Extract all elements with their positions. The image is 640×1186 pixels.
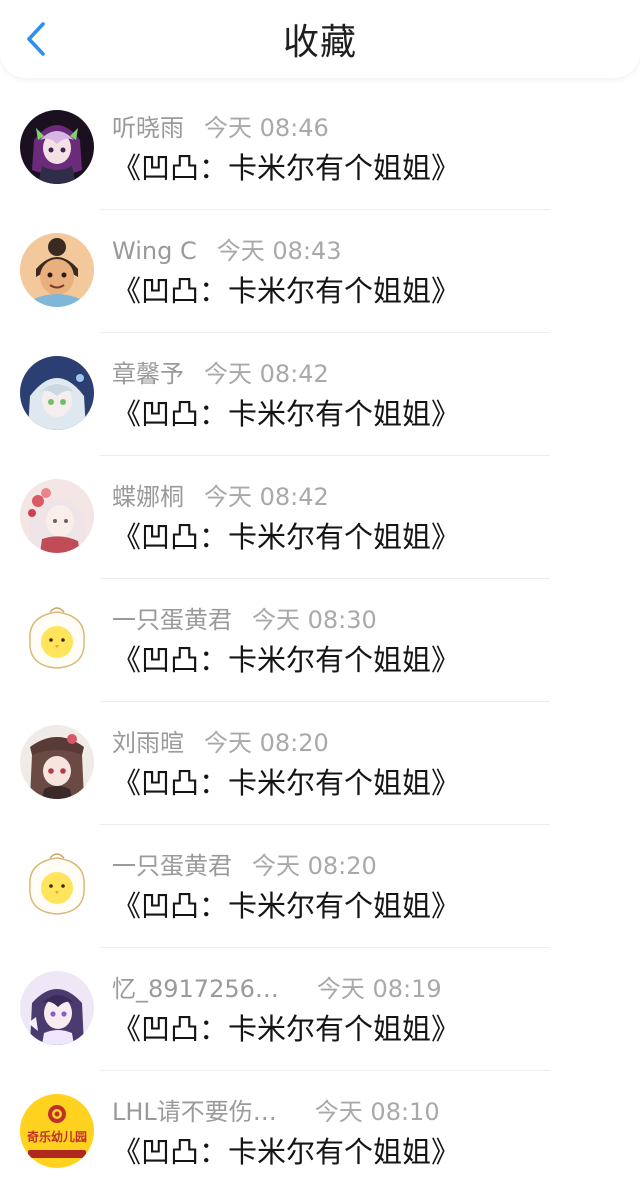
favorite-title[interactable]: 《凹凸：卡米尔有个姐姐》 bbox=[112, 763, 460, 803]
item-meta: 刘雨暄 今天 08:20 bbox=[112, 727, 329, 759]
username[interactable]: 蝶娜桐 bbox=[112, 481, 184, 513]
list-item[interactable]: 章馨予 今天 08:42 《凹凸：卡米尔有个姐姐》 bbox=[0, 332, 640, 455]
timestamp: 今天 08:10 bbox=[314, 1098, 440, 1126]
divider bbox=[100, 947, 550, 948]
divider bbox=[100, 455, 550, 456]
favorites-screen: 收藏 听晓雨 今天 08:46 《凹凸：卡米尔有个姐姐》 Wing C 今天 0… bbox=[0, 0, 640, 1186]
list-item[interactable]: 蝶娜桐 今天 08:42 《凹凸：卡米尔有个姐姐》 bbox=[0, 455, 640, 578]
divider bbox=[100, 209, 550, 210]
username[interactable]: 一只蛋黄君 bbox=[112, 850, 232, 882]
username[interactable]: 一只蛋黄君 bbox=[112, 604, 232, 636]
divider bbox=[100, 824, 550, 825]
favorite-title[interactable]: 《凹凸：卡米尔有个姐姐》 bbox=[112, 1009, 460, 1049]
egg-yolk-chick-icon bbox=[20, 848, 94, 922]
username[interactable]: 章馨予 bbox=[112, 358, 184, 390]
list-item[interactable]: 刘雨暄 今天 08:20 《凹凸：卡米尔有个姐姐》 bbox=[0, 701, 640, 824]
avatar[interactable] bbox=[20, 233, 94, 307]
avatar[interactable] bbox=[20, 602, 94, 676]
timestamp: 今天 08:42 bbox=[204, 360, 329, 388]
list-item[interactable]: 奇乐幼儿园 LHL请不要伤… 今天 08:10 《凹凸：卡米尔有个姐姐》 bbox=[0, 1070, 640, 1186]
divider bbox=[100, 332, 550, 333]
username[interactable]: 听晓雨 bbox=[112, 112, 184, 144]
timestamp: 今天 08:43 bbox=[216, 237, 342, 265]
item-meta: 听晓雨 今天 08:46 bbox=[112, 112, 329, 144]
item-meta: 章馨予 今天 08:42 bbox=[112, 358, 329, 390]
avatar[interactable] bbox=[20, 110, 94, 184]
timestamp: 今天 08:42 bbox=[204, 483, 329, 511]
divider bbox=[100, 701, 550, 702]
timestamp: 今天 08:20 bbox=[204, 729, 329, 757]
page-title: 收藏 bbox=[282, 22, 357, 63]
avatar-logo-text: 奇乐幼儿园 bbox=[27, 1129, 87, 1144]
favorite-title[interactable]: 《凹凸：卡米尔有个姐姐》 bbox=[112, 271, 460, 311]
item-meta: Wing C 今天 08:43 bbox=[112, 235, 342, 267]
favorite-title[interactable]: 《凹凸：卡米尔有个姐姐》 bbox=[112, 148, 460, 188]
egg-yolk-chick-icon bbox=[20, 602, 94, 676]
item-meta: 蝶娜桐 今天 08:42 bbox=[112, 481, 329, 513]
list-item[interactable]: 一只蛋黄君 今天 08:20 《凹凸：卡米尔有个姐姐》 bbox=[0, 824, 640, 947]
timestamp: 今天 08:19 bbox=[316, 975, 442, 1003]
list-item[interactable]: 忆_8917256… 今天 08:19 《凹凸：卡米尔有个姐姐》 bbox=[0, 947, 640, 1070]
avatar[interactable] bbox=[20, 725, 94, 799]
avatar[interactable]: 奇乐幼儿园 bbox=[20, 1094, 94, 1168]
list-item[interactable]: 听晓雨 今天 08:46 《凹凸：卡米尔有个姐姐》 bbox=[0, 86, 640, 209]
timestamp: 今天 08:30 bbox=[252, 606, 377, 634]
kindergarten-logo-icon: 奇乐幼儿园 bbox=[20, 1094, 94, 1168]
item-meta: 一只蛋黄君 今天 08:20 bbox=[112, 850, 377, 882]
timestamp: 今天 08:20 bbox=[252, 852, 377, 880]
favorite-title[interactable]: 《凹凸：卡米尔有个姐姐》 bbox=[112, 1132, 460, 1172]
list-item[interactable]: 一只蛋黄君 今天 08:30 《凹凸：卡米尔有个姐姐》 bbox=[0, 578, 640, 701]
favorite-title[interactable]: 《凹凸：卡米尔有个姐姐》 bbox=[112, 517, 460, 557]
avatar[interactable] bbox=[20, 971, 94, 1045]
avatar[interactable] bbox=[20, 356, 94, 430]
item-meta: LHL请不要伤… 今天 08:10 bbox=[112, 1096, 440, 1128]
username[interactable]: 刘雨暄 bbox=[112, 727, 184, 759]
avatar[interactable] bbox=[20, 848, 94, 922]
header-bar: 收藏 bbox=[0, 0, 640, 78]
item-meta: 一只蛋黄君 今天 08:30 bbox=[112, 604, 377, 636]
anime-girl-avatar-icon bbox=[20, 725, 94, 799]
anime-girl-avatar-icon bbox=[20, 971, 94, 1045]
list-item[interactable]: Wing C 今天 08:43 《凹凸：卡米尔有个姐姐》 bbox=[0, 209, 640, 332]
divider bbox=[100, 578, 550, 579]
anime-girl-avatar-icon bbox=[20, 110, 94, 184]
username[interactable]: Wing C bbox=[112, 235, 197, 267]
favorite-title[interactable]: 《凹凸：卡米尔有个姐姐》 bbox=[112, 640, 460, 680]
favorites-list: 听晓雨 今天 08:46 《凹凸：卡米尔有个姐姐》 Wing C 今天 08:4… bbox=[0, 86, 640, 1186]
username[interactable]: 忆_8917256… bbox=[112, 973, 279, 1005]
anime-girl-avatar-icon bbox=[20, 479, 94, 553]
cartoon-girl-avatar-icon bbox=[20, 233, 94, 307]
anime-girl-avatar-icon bbox=[20, 356, 94, 430]
divider bbox=[100, 1070, 550, 1071]
username[interactable]: LHL请不要伤… bbox=[112, 1096, 277, 1128]
favorite-title[interactable]: 《凹凸：卡米尔有个姐姐》 bbox=[112, 886, 460, 926]
timestamp: 今天 08:46 bbox=[204, 114, 329, 142]
avatar[interactable] bbox=[20, 479, 94, 553]
favorite-title[interactable]: 《凹凸：卡米尔有个姐姐》 bbox=[112, 394, 460, 434]
item-meta: 忆_8917256… 今天 08:19 bbox=[112, 973, 442, 1005]
